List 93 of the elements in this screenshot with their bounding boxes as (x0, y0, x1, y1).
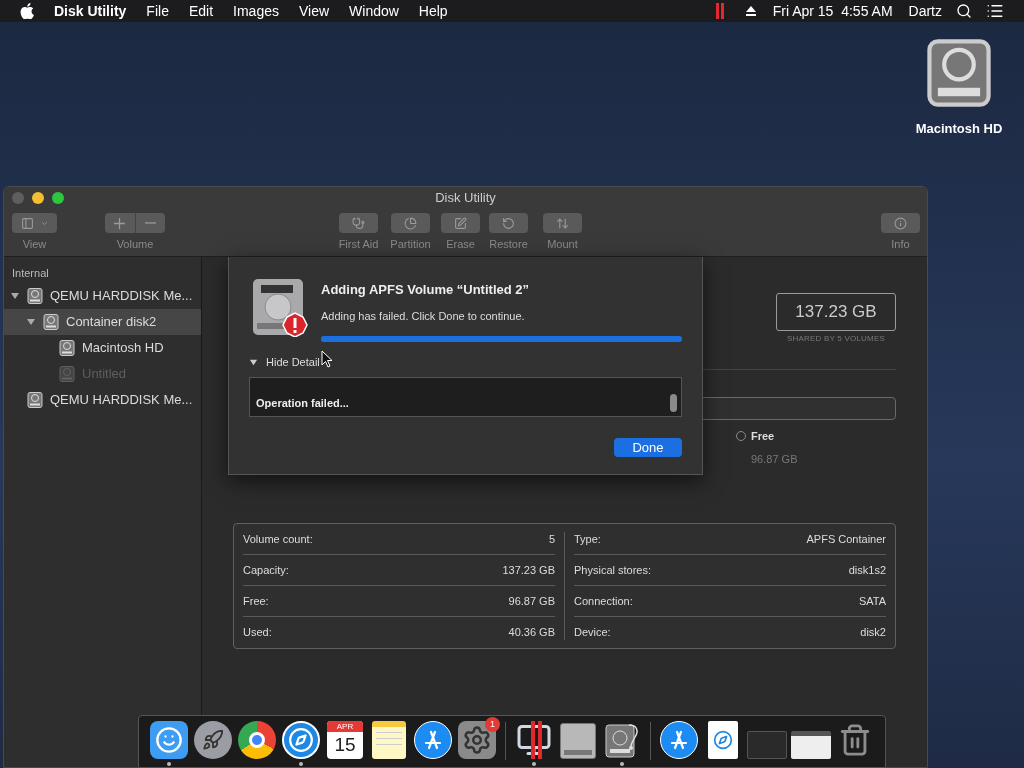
compass-icon[interactable] (282, 721, 320, 759)
sidebar-label: Macintosh HD (82, 339, 164, 358)
app-menu[interactable]: Disk Utility (54, 0, 127, 22)
app-store-icon[interactable] (414, 721, 452, 759)
calendar-day: 15 (334, 732, 356, 758)
view-button[interactable] (12, 213, 57, 233)
sidebar-item[interactable]: QEMU HARDDISK Me... (4, 387, 201, 413)
first-aid-button[interactable] (339, 213, 378, 233)
info-label: Physical stores: (574, 562, 652, 578)
toolbar-label: View (22, 237, 47, 252)
info-value: disk1s2 (848, 562, 886, 578)
window-thumbnail-icon[interactable] (747, 731, 787, 759)
info-value: 137.23 GB (502, 562, 555, 578)
info-label: Capacity: (243, 562, 289, 578)
sidebar-section-header: Internal (11, 266, 50, 281)
eject-icon[interactable] (744, 5, 757, 17)
info-label: Connection: (574, 593, 633, 609)
info-label: Free: (243, 593, 269, 609)
toolbar-label: Info (891, 237, 910, 252)
legend-value: 96.87 GB (750, 451, 798, 467)
toolbar-label: Partition (390, 237, 431, 252)
expanded-triangle-icon (249, 357, 258, 367)
notification-badge: 1 (485, 717, 500, 732)
menu-item[interactable]: File (146, 0, 169, 22)
notification-list-icon[interactable] (986, 2, 1004, 20)
calendar-month: APR (327, 721, 363, 732)
menu-item[interactable]: Window (349, 0, 399, 22)
minus-icon (144, 222, 156, 224)
toolbar-label: Erase (446, 237, 475, 252)
sidebar-item[interactable]: Container disk2 (4, 309, 201, 335)
partition-button[interactable] (391, 213, 430, 233)
arrows-icon (556, 216, 569, 230)
expanded-triangle-icon[interactable] (10, 291, 20, 301)
app-store-icon[interactable] (660, 721, 698, 759)
toolbar-label: Volume (116, 237, 154, 252)
disk-utility-icon[interactable] (603, 721, 641, 759)
menu-item[interactable]: Help (418, 0, 448, 22)
legend-label: Free (751, 429, 775, 444)
info-value: disk2 (860, 625, 886, 641)
sidebar-label: Container disk2 (66, 313, 157, 332)
sidebar-item[interactable]: QEMU HARDDISK Me... (4, 283, 201, 309)
window-title: Disk Utility (435, 189, 496, 208)
info-label: Used: (243, 625, 272, 641)
details-disclosure-button[interactable]: Hide Detail (249, 354, 320, 371)
parallels-status-icon[interactable] (714, 3, 725, 19)
desktop-icon-label[interactable]: Macintosh HD (915, 119, 1003, 139)
rotate-icon (502, 216, 515, 230)
info-value: SATA (858, 593, 886, 609)
rocket-icon[interactable] (194, 721, 232, 759)
document-icon[interactable] (708, 721, 738, 759)
finder-icon[interactable] (150, 721, 188, 759)
toolbar-label: First Aid (338, 237, 379, 252)
alert-message: Adding has failed. Click Done to continue. (321, 308, 526, 324)
sidebar-label: QEMU HARDDISK Me... (50, 391, 193, 410)
pie-chart-icon (404, 216, 417, 230)
window-thumbnail-icon[interactable] (791, 731, 831, 759)
menu-item[interactable]: Images (233, 0, 279, 22)
clock[interactable]: Fri Apr 15 4:55 AM (772, 0, 893, 22)
stethoscope-icon (352, 216, 365, 230)
pen-icon (454, 216, 467, 230)
info-value: APFS Container (806, 531, 886, 547)
apple-logo-icon[interactable] (20, 3, 34, 19)
info-label: Volume count: (243, 531, 313, 547)
info-icon (894, 216, 907, 230)
sidebar-label: QEMU HARDDISK Me... (50, 287, 193, 306)
info-value: 96.87 GB (508, 593, 555, 609)
search-icon[interactable] (956, 3, 972, 19)
monitor-icon[interactable] (515, 721, 553, 759)
calendar-icon[interactable]: APR 15 (327, 721, 363, 759)
expanded-triangle-icon[interactable] (26, 317, 36, 327)
info-value: 40.36 GB (508, 625, 555, 641)
capacity-caption: SHARED BY 5 VOLUMES (787, 333, 885, 345)
menu-item[interactable]: View (298, 0, 330, 22)
plus-icon (114, 217, 126, 229)
alert-title: Adding APFS Volume “Untitled 2” (321, 281, 530, 299)
info-label: Device: (574, 625, 611, 641)
chrome-icon[interactable] (238, 721, 276, 759)
toolbar-label: Restore (489, 237, 528, 252)
erase-button[interactable] (441, 213, 480, 233)
zoom-button[interactable] (52, 192, 64, 204)
toolbar-label: Mount (547, 237, 578, 252)
sidebar-item[interactable]: Macintosh HD (4, 335, 201, 361)
scrollbar-thumb[interactable] (670, 393, 677, 412)
sidebar-icon (20, 216, 34, 230)
user-name[interactable]: Dartz (908, 0, 942, 22)
mouse-pointer-icon (320, 350, 333, 368)
info-label: Type: (574, 531, 601, 547)
info-value: 5 (548, 531, 555, 547)
menu-item[interactable]: Edit (188, 0, 214, 22)
log-line: Operation failed... (256, 396, 349, 411)
capacity-box: 137.23 GB (776, 293, 896, 331)
done-button[interactable]: Done (614, 437, 682, 457)
minimize-button[interactable] (32, 192, 44, 204)
